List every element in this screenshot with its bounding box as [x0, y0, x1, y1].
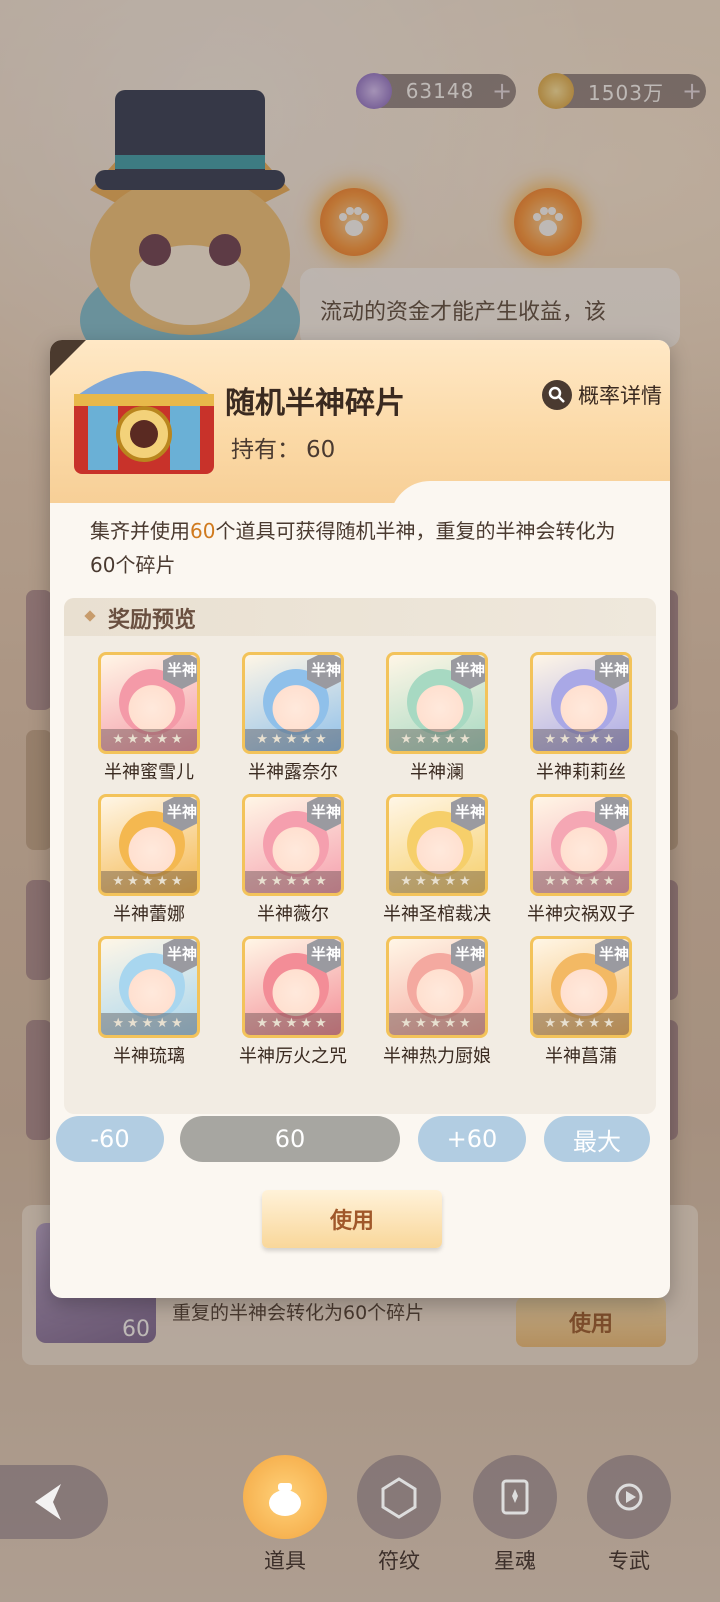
item-detail-modal: 随机半神碎片 持有： 60 概率详情 集齐并使用60个道具可获得随机半神，重复的半… [50, 340, 670, 1298]
reward-item[interactable]: ★★★★★ 半神半神蕾娜 [78, 794, 220, 926]
reward-item[interactable]: ★★★★★ 半神半神厉火之咒 [222, 936, 364, 1068]
reward-portrait: ★★★★★ 半神 [98, 936, 200, 1038]
reward-name: 半神灾祸双子 [527, 904, 635, 925]
reward-item[interactable]: ★★★★★ 半神半神澜 [366, 652, 508, 784]
star-rating: ★★★★★ [245, 1013, 341, 1035]
probability-details-button[interactable]: 概率详情 [542, 380, 662, 410]
use-button[interactable]: 使用 [262, 1190, 442, 1248]
reward-name: 半神薇尔 [257, 904, 329, 925]
star-rating: ★★★★★ [389, 871, 485, 893]
item-title: 随机半神碎片 [225, 386, 405, 421]
increase-button[interactable]: +60 [418, 1116, 526, 1162]
decrease-button[interactable]: -60 [56, 1116, 164, 1162]
reward-item[interactable]: ★★★★★ 半神半神圣棺裁决 [366, 794, 508, 926]
rewards-title: 奖励预览 [108, 608, 197, 633]
reward-item[interactable]: ★★★★★ 半神半神蜜雪儿 [78, 652, 220, 784]
star-rating: ★★★★★ [533, 1013, 629, 1035]
nav-tab-star-soul[interactable]: 星魂 [470, 1455, 560, 1575]
star-rating: ★★★★★ [101, 871, 197, 893]
reward-portrait: ★★★★★ 半神 [98, 794, 200, 896]
item-description: 集齐并使用60个道具可获得随机半神，重复的半神会转化为60个碎片 [90, 514, 630, 582]
desc-text: 集齐并使用 [90, 519, 190, 543]
reward-item[interactable]: ★★★★★ 半神半神热力厨娘 [366, 936, 508, 1068]
desc-highlight-number: 60 [190, 519, 216, 543]
reward-portrait: ★★★★★ 半神 [98, 652, 200, 754]
diamond-icon [84, 610, 96, 622]
treasure-chest-icon [74, 371, 214, 474]
reward-portrait: ★★★★★ 半神 [530, 794, 632, 896]
weapon-icon [587, 1455, 671, 1539]
quantity-field[interactable]: 60 [180, 1116, 400, 1162]
reward-portrait: ★★★★★ 半神 [386, 936, 488, 1038]
max-button[interactable]: 最大 [544, 1116, 650, 1162]
owned-count: 持有： 60 [225, 430, 335, 464]
star-rating: ★★★★★ [245, 729, 341, 751]
star-rating: ★★★★★ [533, 871, 629, 893]
reward-item[interactable]: ★★★★★ 半神半神琉璃 [78, 936, 220, 1068]
nav-label: 专武 [608, 1549, 650, 1573]
reward-name: 半神蕾娜 [113, 904, 185, 925]
reward-name: 半神厉火之咒 [239, 1046, 347, 1067]
reward-portrait: ★★★★★ 半神 [242, 936, 344, 1038]
reward-name: 半神莉莉丝 [536, 762, 626, 783]
owned-value: 60 [306, 437, 336, 463]
reward-portrait: ★★★★★ 半神 [242, 652, 344, 754]
magnifier-icon [542, 380, 572, 410]
star-rating: ★★★★★ [389, 1013, 485, 1035]
reward-name: 半神澜 [410, 762, 464, 783]
star-rating: ★★★★★ [245, 871, 341, 893]
bag-icon [243, 1455, 327, 1539]
reward-name: 半神蜜雪儿 [104, 762, 194, 783]
reward-portrait: ★★★★★ 半神 [242, 794, 344, 896]
reward-name: 半神圣棺裁决 [383, 904, 491, 925]
star-rating: ★★★★★ [389, 729, 485, 751]
reward-item[interactable]: ★★★★★ 半神半神菖蒲 [510, 936, 652, 1068]
probability-label: 概率详情 [578, 384, 662, 408]
star-rating: ★★★★★ [101, 1013, 197, 1035]
reward-portrait: ★★★★★ 半神 [530, 652, 632, 754]
reward-name: 半神琉璃 [113, 1046, 185, 1067]
reward-name: 半神菖蒲 [545, 1046, 617, 1067]
reward-item[interactable]: ★★★★★ 半神半神莉莉丝 [510, 652, 652, 784]
star-rating: ★★★★★ [533, 729, 629, 751]
reward-item[interactable]: ★★★★★ 半神半神薇尔 [222, 794, 364, 926]
reward-item[interactable]: ★★★★★ 半神半神灾祸双子 [510, 794, 652, 926]
reward-name: 半神露奈尔 [248, 762, 338, 783]
card-star-icon [473, 1455, 557, 1539]
owned-label: 持有： [231, 437, 300, 463]
reward-portrait: ★★★★★ 半神 [386, 652, 488, 754]
back-arrow-icon [35, 1484, 61, 1520]
rewards-header: 奖励预览 [64, 598, 656, 636]
nav-label: 星魂 [494, 1549, 536, 1573]
nav-tab-weapon[interactable]: 专武 [584, 1455, 674, 1575]
reward-portrait: ★★★★★ 半神 [530, 936, 632, 1038]
star-rating: ★★★★★ [101, 729, 197, 751]
nav-tab-runes[interactable]: 符纹 [354, 1455, 444, 1575]
nav-label: 符纹 [378, 1549, 420, 1573]
reward-item[interactable]: ★★★★★ 半神半神露奈尔 [222, 652, 364, 784]
nav-tab-items[interactable]: 道具 [240, 1455, 330, 1575]
reward-name: 半神热力厨娘 [383, 1046, 491, 1067]
rune-icon [357, 1455, 441, 1539]
rewards-preview: 奖励预览 ★★★★★ 半神 半神蜜雪儿 ★★★★★ 半神 半神露奈尔 ★★★★★ 半神 半神澜 ★… [64, 598, 656, 1114]
nav-label: 道具 [264, 1549, 306, 1573]
reward-portrait: ★★★★★ 半神 [386, 794, 488, 896]
back-button[interactable] [0, 1465, 108, 1539]
